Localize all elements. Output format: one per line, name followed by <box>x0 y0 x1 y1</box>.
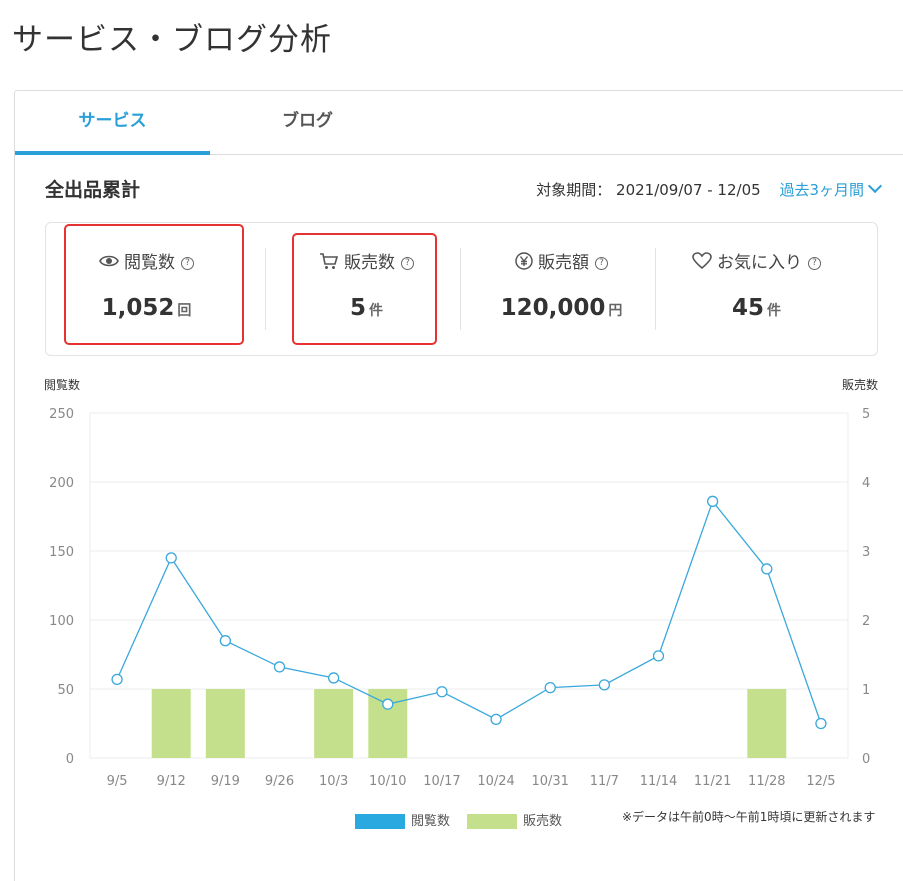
help-icon[interactable]: ? <box>595 256 608 270</box>
period-value: 2021/09/07 - 12/05 <box>616 181 761 199</box>
legend-sales: 販売数 <box>467 810 562 829</box>
stat-revenue-value: 120,000 <box>500 295 606 321</box>
period-info: 対象期間： 2021/09/07 - 12/05 過去3ヶ月間 <box>536 178 883 200</box>
legend-label-views: 閲覧数 <box>411 814 451 829</box>
divider <box>265 248 266 330</box>
stat-favorites: お気に入り? 45 件 <box>659 223 854 355</box>
stat-favorites-label: お気に入り <box>717 253 802 273</box>
stat-favorites-value: 45 <box>731 295 764 321</box>
stat-revenue: 販売額? 120,000 円 <box>464 223 659 355</box>
update-note: ※データは午前0時～午前1時頃に更新されます <box>622 810 876 824</box>
highlight-box <box>292 233 437 345</box>
divider <box>460 248 461 330</box>
range-dropdown-label: 過去3ヶ月間 <box>779 181 864 199</box>
stat-revenue-unit: 円 <box>608 303 623 319</box>
tab-blog[interactable]: ブログ <box>210 91 405 154</box>
legend-views: 閲覧数 <box>355 810 450 829</box>
highlight-box <box>64 224 244 345</box>
range-dropdown[interactable]: 過去3ヶ月間 <box>779 178 883 199</box>
stat-revenue-label: 販売額 <box>538 253 589 273</box>
divider <box>655 248 656 330</box>
tab-bar: サービス ブログ <box>15 91 903 155</box>
legend-swatch-views <box>355 814 405 829</box>
legend-label-sales: 販売数 <box>523 814 563 829</box>
tab-service[interactable]: サービス <box>15 91 210 155</box>
legend-swatch-sales <box>467 814 517 829</box>
heart-icon <box>692 251 712 275</box>
summary-title: 全出品累計 <box>45 179 141 201</box>
yen-icon <box>515 251 533 275</box>
page-title: サービス・ブログ分析 <box>12 22 332 58</box>
stat-favorites-unit: 件 <box>767 303 781 319</box>
help-icon[interactable]: ? <box>808 256 821 270</box>
analytics-card: サービス ブログ 全出品累計 対象期間： 2021/09/07 - 12/05 … <box>14 90 903 881</box>
period-label: 対象期間： <box>536 181 612 199</box>
y-left-axis-title: 閲覧数 <box>44 378 81 392</box>
chevron-down-icon <box>867 178 883 194</box>
y-right-axis-title: 販売数 <box>842 378 879 392</box>
